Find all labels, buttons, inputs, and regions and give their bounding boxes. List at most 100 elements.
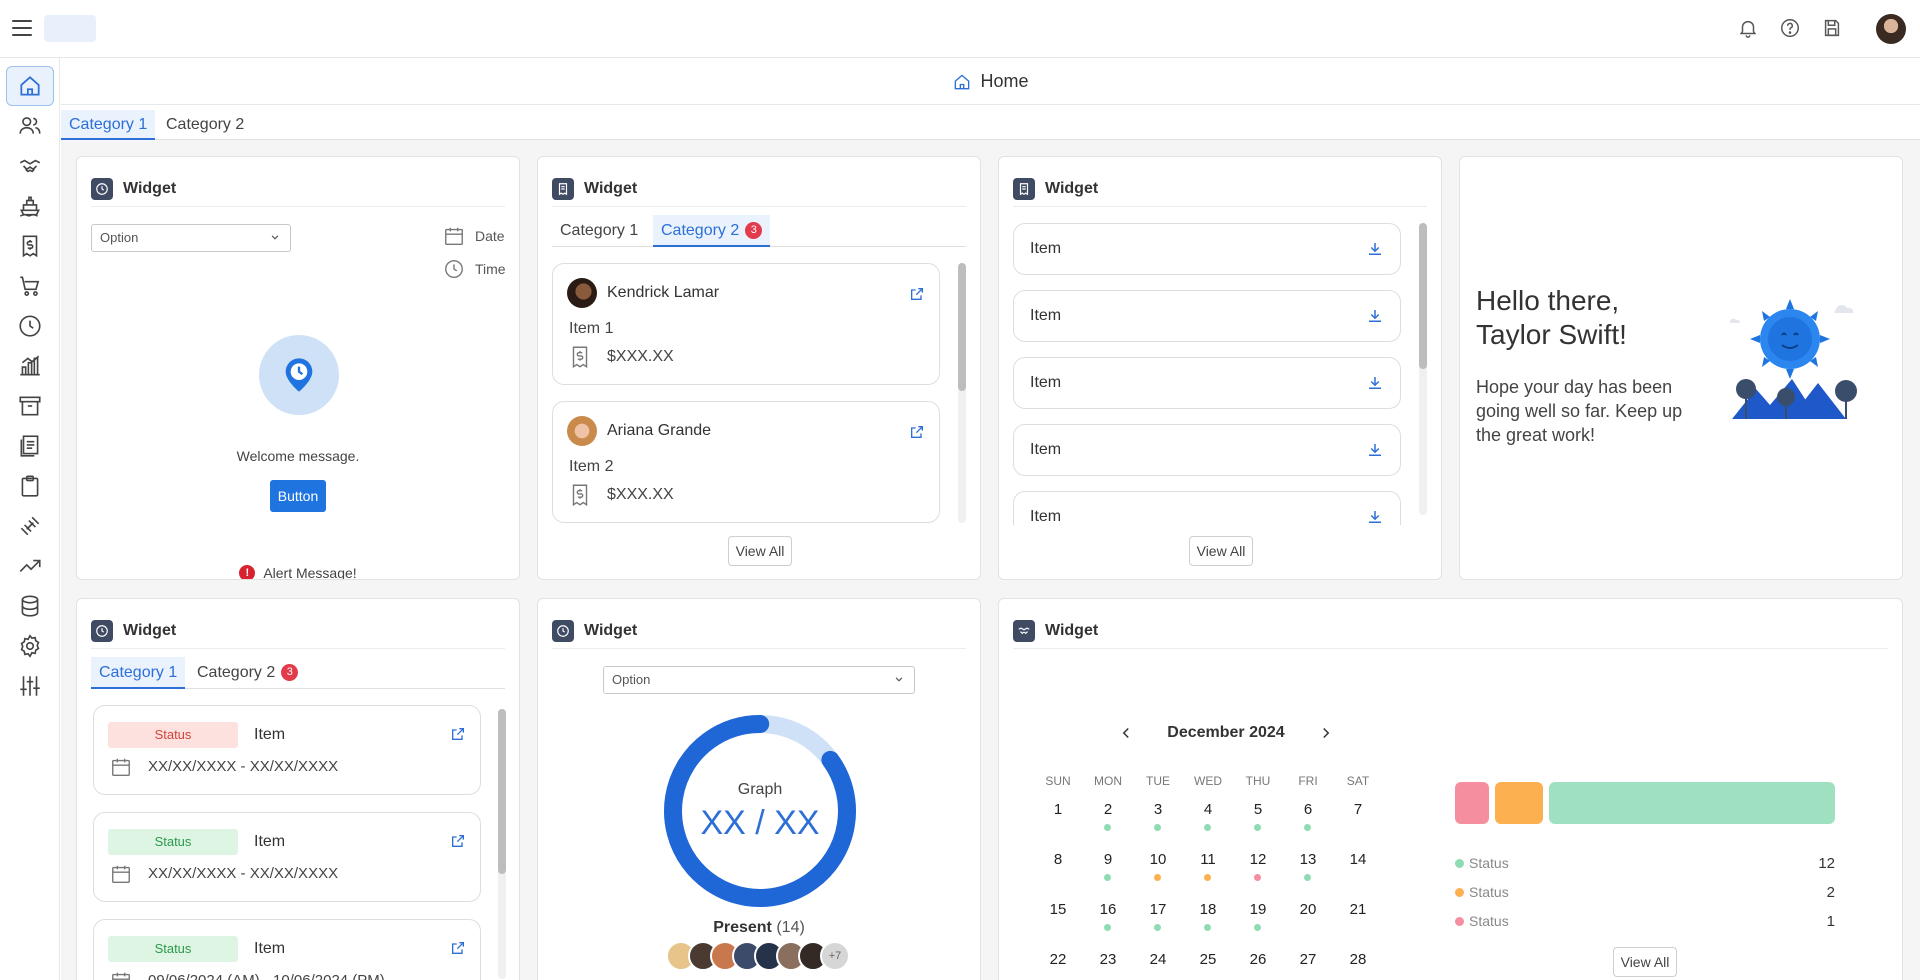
sidebar-item-billing[interactable] [6,226,54,266]
person-item: Item 1 [569,320,614,337]
status-card[interactable]: Status Item XX/XX/XXXX - XX/XX/XXXX [93,705,481,795]
item-label: Item [1030,307,1062,324]
status-card[interactable]: Status Item XX/XX/XXXX - XX/XX/XXXX [93,812,481,902]
menu-icon[interactable] [12,20,32,36]
download-icon[interactable] [1366,441,1384,459]
status-card[interactable]: Status Item 09/06/2024 (AM) - 10/06/2024… [93,919,481,980]
sidebar-item-users[interactable] [6,106,54,146]
download-icon[interactable] [1366,374,1384,392]
sidebar-item-settings[interactable] [6,626,54,666]
calendar-day[interactable]: 11 [1188,851,1228,868]
help-icon[interactable] [1779,17,1801,39]
external-link-icon[interactable] [450,940,466,956]
download-item[interactable]: Item [1013,223,1401,275]
sidebar-item-home[interactable] [6,66,54,106]
sidebar-item-filters[interactable] [6,666,54,706]
scrollbar[interactable] [1419,223,1427,515]
primary-button[interactable]: Button [270,480,326,512]
calendar-day[interactable]: 8 [1038,851,1078,868]
calendar-day[interactable]: 6 [1288,801,1328,818]
scrollbar-thumb[interactable] [1419,223,1427,369]
tab-category-2[interactable]: Category 2 3 [653,215,771,247]
person-card[interactable]: Kendrick Lamar Item 1 $XXX.XX [552,263,940,385]
view-all-button[interactable]: View All [1613,947,1677,977]
calendar-day[interactable]: 28 [1338,951,1378,968]
person-card[interactable]: Ariana Grande Item 2 $XXX.XX [552,401,940,523]
calendar-day[interactable]: 15 [1038,901,1078,918]
calendar-day[interactable]: 24 [1138,951,1178,968]
widget-title: Widget [123,621,177,639]
sidebar-item-database[interactable] [6,586,54,626]
scrollbar-thumb[interactable] [958,263,966,391]
tab-category-2[interactable]: Category 2 3 [189,657,306,689]
database-icon [21,595,39,617]
sidebar-item-handshake[interactable] [6,146,54,186]
calendar-day[interactable]: 26 [1238,951,1278,968]
legend-value: 1 [1826,913,1835,930]
download-icon[interactable] [1366,508,1384,525]
external-link-icon[interactable] [909,424,925,440]
tab-category-1[interactable]: Category 1 [91,657,186,689]
option-select[interactable]: Option [603,666,915,694]
sidebar-item-history[interactable] [6,306,54,346]
sidebar-item-tools[interactable] [6,506,54,546]
sidebar-item-archive[interactable] [6,386,54,426]
calendar-day[interactable]: 22 [1038,951,1078,968]
calendar-day[interactable]: 16 [1088,901,1128,918]
calendar-day[interactable]: 13 [1288,851,1328,868]
tab-category-2[interactable]: Category 2 [158,110,252,140]
prev-month-button[interactable] [1117,724,1135,742]
calendar-day[interactable]: 21 [1338,901,1378,918]
next-month-button[interactable] [1317,724,1335,742]
external-link-icon[interactable] [450,833,466,849]
calendar-day[interactable]: 9 [1088,851,1128,868]
calendar-day[interactable]: 1 [1038,801,1078,818]
external-link-icon[interactable] [909,286,925,302]
logo[interactable] [44,15,96,42]
person-name: Kendrick Lamar [607,284,720,301]
calendar-day[interactable]: 5 [1238,801,1278,818]
calendar-day[interactable]: 20 [1288,901,1328,918]
external-link-icon[interactable] [450,726,466,742]
option-select[interactable]: Option [91,224,291,252]
calendar-day[interactable]: 2 [1088,801,1128,818]
scrollbar[interactable] [498,709,506,979]
calendar-day[interactable]: 25 [1188,951,1228,968]
scrollbar[interactable] [958,263,966,523]
tab-category-1[interactable]: Category 1 [552,215,646,247]
sidebar-item-cart[interactable] [6,266,54,306]
calendar-day[interactable]: 27 [1288,951,1328,968]
download-item[interactable]: Item [1013,357,1401,409]
calendar-day[interactable]: 10 [1138,851,1178,868]
time-icon[interactable] [443,258,465,280]
download-item[interactable]: Item [1013,290,1401,342]
download-icon[interactable] [1366,307,1384,325]
save-icon[interactable] [1821,17,1843,39]
sidebar-item-clipboard[interactable] [6,466,54,506]
calendar-day[interactable]: 12 [1238,851,1278,868]
calendar-day[interactable]: 4 [1188,801,1228,818]
calendar-day[interactable]: 3 [1138,801,1178,818]
calendar-day[interactable]: 18 [1188,901,1228,918]
calendar-day[interactable]: 14 [1338,851,1378,868]
download-item[interactable]: Item [1013,424,1401,476]
sidebar-item-analytics[interactable] [6,346,54,386]
attendee-avatars[interactable]: +7 [666,941,866,971]
sidebar-item-trends[interactable] [6,546,54,586]
user-avatar[interactable] [1876,14,1906,44]
view-all-button[interactable]: View All [728,536,792,566]
sidebar-item-documents[interactable] [6,426,54,466]
calendar-day[interactable]: 7 [1338,801,1378,818]
calendar-day[interactable]: 17 [1138,901,1178,918]
calendar-icon[interactable] [443,225,465,247]
legend-label: Status [1469,913,1509,929]
bell-icon[interactable] [1737,17,1759,39]
tab-category-1[interactable]: Category 1 [61,110,156,140]
calendar-day[interactable]: 23 [1088,951,1128,968]
download-icon[interactable] [1366,240,1384,258]
view-all-button[interactable]: View All [1189,536,1253,566]
download-item[interactable]: Item [1013,491,1401,525]
scrollbar-thumb[interactable] [498,709,506,874]
sidebar-item-ship[interactable] [6,186,54,226]
calendar-day[interactable]: 19 [1238,901,1278,918]
